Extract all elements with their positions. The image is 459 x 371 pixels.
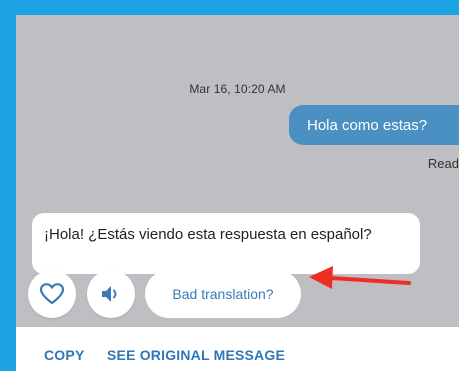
- frame-left-border: [0, 0, 16, 371]
- speaker-icon: [102, 286, 117, 302]
- frame-top-border: [0, 0, 459, 15]
- read-receipt: Read: [427, 156, 459, 171]
- bad-translation-button[interactable]: Bad translation?: [145, 270, 301, 318]
- like-button[interactable]: [28, 270, 76, 318]
- message-timestamp: Mar 16, 10:20 AM: [189, 82, 286, 96]
- chat-area: Mar 16, 10:20 AM Hola como estas? Read ¡…: [16, 15, 459, 327]
- copy-button[interactable]: COPY: [44, 347, 84, 363]
- outgoing-message-bubble[interactable]: Hola como estas?: [289, 105, 459, 145]
- speak-button[interactable]: [87, 270, 135, 318]
- heart-icon: [40, 283, 64, 305]
- see-original-message-button[interactable]: SEE ORIGINAL MESSAGE: [107, 347, 285, 363]
- annotation-arrow-icon: [309, 266, 411, 289]
